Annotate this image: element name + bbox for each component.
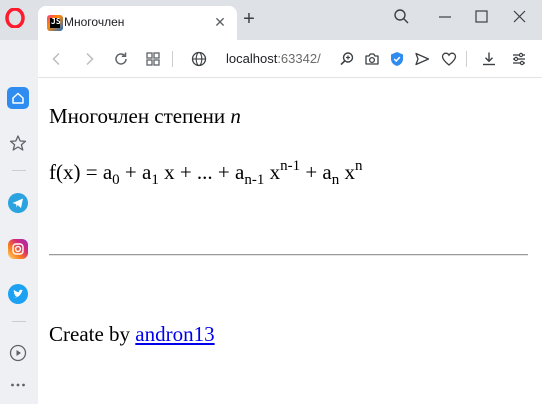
horizontal-rule (49, 254, 528, 256)
polynomial-formula: f(x) = a0 + a1 x + ... + an-1 xn-1 + an … (49, 158, 363, 189)
opera-logo-icon[interactable] (5, 8, 25, 28)
instagram-icon[interactable] (8, 239, 28, 259)
globe-icon[interactable] (190, 50, 208, 68)
twitter-icon[interactable] (8, 284, 28, 304)
sidebar (0, 40, 38, 404)
more-icon[interactable] (8, 375, 28, 395)
author-link[interactable]: andron13 (135, 322, 214, 346)
maximize-icon[interactable] (468, 6, 494, 28)
formula-superscript: n (355, 158, 363, 174)
formula-superscript: n-1 (280, 158, 301, 174)
tabs-grid-icon[interactable] (144, 50, 162, 68)
minimize-icon[interactable] (432, 6, 458, 28)
sidebar-divider (12, 321, 26, 322)
easy-setup-icon[interactable] (510, 50, 528, 68)
address-bar-row: localhost:63342/ (38, 40, 542, 78)
formula-subscript: n-1 (244, 172, 265, 188)
download-icon[interactable] (480, 50, 498, 68)
address-field[interactable]: localhost:63342/ (226, 51, 321, 66)
formula-part: x (339, 160, 356, 184)
footer: Create by andron13 (49, 322, 215, 347)
jetbrains-icon: JS (47, 15, 63, 31)
bookmarks-icon[interactable] (8, 133, 28, 153)
formula-part: x + ... + a (158, 160, 245, 184)
url-host: localhost (226, 51, 278, 66)
telegram-icon[interactable] (8, 193, 28, 213)
sidebar-divider (12, 170, 26, 171)
formula-part: + a (119, 160, 152, 184)
send-icon[interactable] (413, 50, 431, 68)
tab-title: Многочлен (64, 15, 125, 29)
player-icon[interactable] (8, 343, 28, 363)
zoom-icon[interactable] (338, 50, 356, 68)
toolbar-separator (172, 51, 173, 67)
reload-icon[interactable] (112, 50, 130, 68)
close-icon[interactable] (506, 6, 532, 28)
formula-part: x (264, 160, 281, 184)
url-port: :63342/ (277, 51, 321, 66)
formula-part: f(x) = a (49, 160, 113, 184)
home-icon[interactable] (7, 87, 29, 109)
vpn-shield-icon[interactable] (388, 50, 406, 68)
toolbar-separator (466, 51, 467, 67)
page-content: Многочлен степени n f(x) = a0 + a1 x + .… (38, 78, 542, 404)
forward-icon[interactable] (80, 50, 98, 68)
camera-icon[interactable] (363, 50, 381, 68)
tab-close-icon[interactable]: ✕ (212, 14, 228, 30)
heading-text: Многочлен степени (49, 104, 231, 128)
formula-part: + a (300, 160, 332, 184)
browser-tab[interactable]: JS Многочлен ✕ (38, 6, 237, 40)
footer-text: Create by (49, 322, 136, 346)
page-title: Многочлен степени n (49, 104, 241, 129)
formula-subscript: 0 (112, 172, 120, 188)
formula-subscript: 1 (151, 172, 159, 188)
title-bar: JS Многочлен ✕ + (0, 0, 542, 40)
new-tab-button[interactable]: + (240, 9, 258, 29)
heart-icon[interactable] (440, 50, 458, 68)
search-icon[interactable] (389, 6, 415, 28)
back-icon[interactable] (48, 50, 66, 68)
heading-variable: n (230, 104, 241, 128)
